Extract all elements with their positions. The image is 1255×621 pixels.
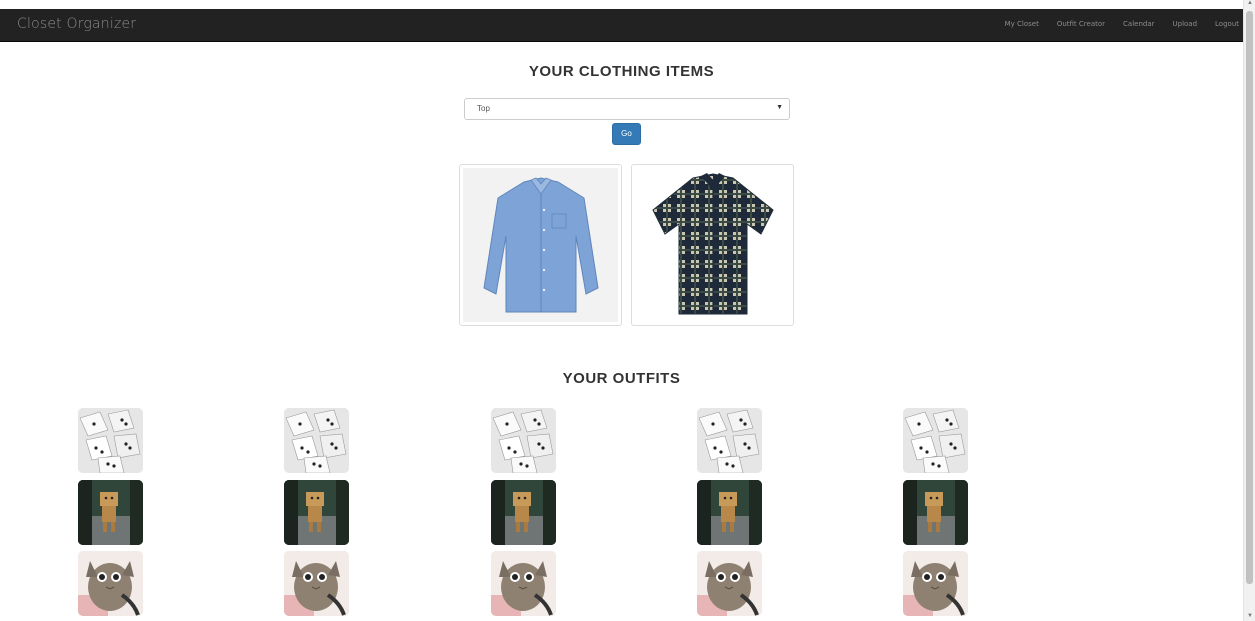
plaid-shirt-image bbox=[635, 168, 790, 322]
clothing-items-heading: YOUR CLOTHING ITEMS bbox=[528, 63, 715, 80]
nav-logout[interactable]: Logout bbox=[1215, 20, 1239, 28]
outfit-robot-image[interactable] bbox=[284, 480, 349, 545]
outfit-kitten-image[interactable] bbox=[903, 551, 968, 616]
plaid-shirt-icon bbox=[651, 173, 774, 315]
scroll-up-icon[interactable]: ▲ bbox=[1247, 0, 1253, 6]
outfit-kitten-image[interactable] bbox=[78, 551, 143, 616]
outfit-kitten-image[interactable] bbox=[491, 551, 556, 616]
scroll-down-icon[interactable]: ▼ bbox=[1247, 613, 1253, 619]
outfit-robot-image[interactable] bbox=[903, 480, 968, 545]
nav-calendar[interactable]: Calendar bbox=[1123, 20, 1154, 28]
scroll-thumb[interactable] bbox=[1246, 11, 1253, 584]
outfit-kitten-image[interactable] bbox=[697, 551, 762, 616]
outfit-dice-image[interactable] bbox=[491, 408, 556, 473]
outfit-robot-image[interactable] bbox=[697, 480, 762, 545]
nav-links: My Closet Outfit Creator Calendar Upload… bbox=[987, 20, 1239, 28]
go-button[interactable]: Go bbox=[612, 123, 641, 145]
outfit-dice-image[interactable] bbox=[697, 408, 762, 473]
outfit-dice-image[interactable] bbox=[78, 408, 143, 473]
outfit-dice-image[interactable] bbox=[903, 408, 968, 473]
nav-outfit-creator[interactable]: Outfit Creator bbox=[1057, 20, 1105, 28]
navbar: Closet Organizer My Closet Outfit Creato… bbox=[0, 9, 1243, 42]
nav-my-closet[interactable]: My Closet bbox=[1005, 20, 1039, 28]
category-select[interactable]: Top ▼ bbox=[464, 98, 790, 120]
blue-shirt-image bbox=[463, 168, 618, 322]
blue-shirt-icon bbox=[482, 177, 599, 313]
outfit-dice-image[interactable] bbox=[284, 408, 349, 473]
clothing-item-card[interactable] bbox=[459, 164, 622, 326]
clothing-item-card[interactable] bbox=[631, 164, 794, 326]
brand-link[interactable]: Closet Organizer bbox=[17, 16, 136, 32]
outfit-kitten-image[interactable] bbox=[284, 551, 349, 616]
nav-upload[interactable]: Upload bbox=[1173, 20, 1198, 28]
outfits-heading: YOUR OUTFITS bbox=[562, 370, 681, 387]
page-scrollbar[interactable]: ▲ ▼ bbox=[1243, 0, 1255, 621]
category-select-value: Top bbox=[477, 104, 490, 113]
outfit-robot-image[interactable] bbox=[78, 480, 143, 545]
outfit-robot-image[interactable] bbox=[491, 480, 556, 545]
top-gap bbox=[0, 0, 1255, 9]
chevron-down-icon: ▼ bbox=[776, 104, 783, 111]
